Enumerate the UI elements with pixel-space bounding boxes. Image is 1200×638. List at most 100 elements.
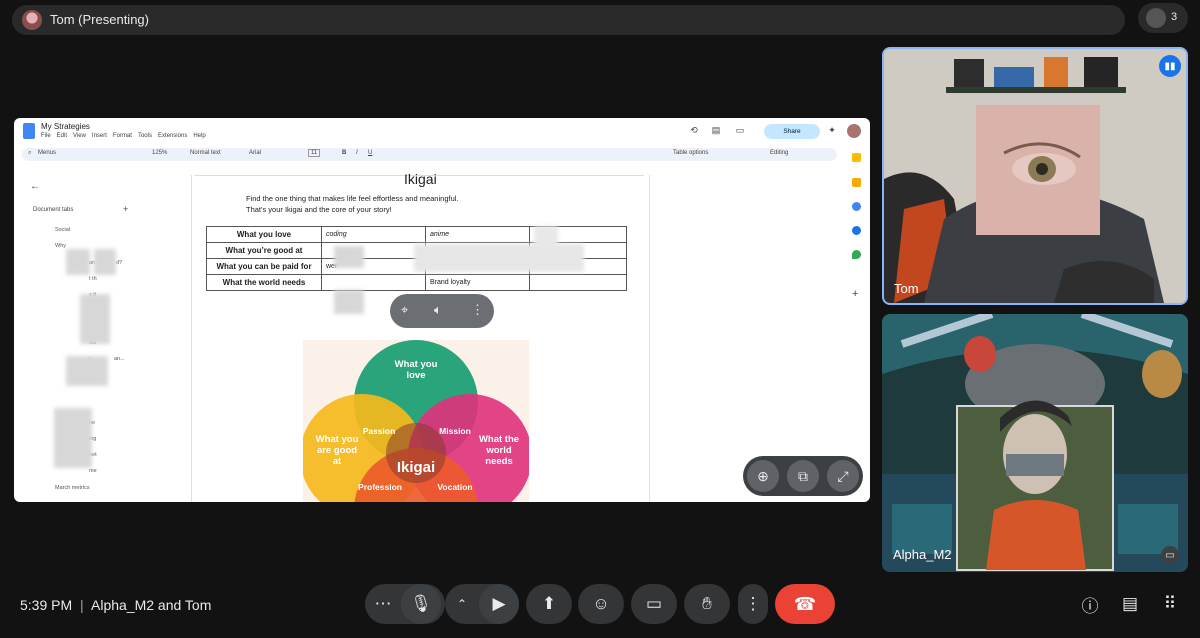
presenter-avatar <box>22 10 42 30</box>
italic-icon: I <box>356 150 358 156</box>
meeting-info-icon[interactable]: ⓘ <box>1078 592 1102 616</box>
tile-tom[interactable]: ▮▮ Tom <box>882 47 1188 305</box>
redaction <box>534 226 558 248</box>
cell: anime <box>425 226 530 243</box>
doc-toolbar: ⌕ Menus 125% Normal text Arial 11 B I U … <box>22 148 837 161</box>
emoji-icon[interactable]: ☺︎ <box>578 584 624 624</box>
pip-icon[interactable]: ▭ <box>1161 546 1179 564</box>
docs-logo-icon <box>23 123 35 139</box>
cell <box>529 274 627 291</box>
activities-icon[interactable]: ⠿ <box>1158 592 1182 616</box>
screen-zoom-controls[interactable]: ⊕ ⧉ ⤢ <box>743 456 863 496</box>
redaction <box>54 408 92 468</box>
menu-view: View <box>73 133 86 139</box>
calendar-icon <box>852 178 861 187</box>
venn-label-profession: Profession <box>358 482 402 492</box>
doc-heading: Ikigai <box>404 171 437 187</box>
gemini-icon: ✦ <box>828 124 836 135</box>
menu-edit: Edit <box>56 133 68 139</box>
outline-item: t th <box>89 276 97 282</box>
venn-label-good: What you are good at <box>315 434 359 467</box>
camera-control-group: ⌃ ▶︎ <box>445 584 519 624</box>
redaction <box>414 244 584 272</box>
redaction <box>334 290 364 314</box>
zoom-in-button[interactable]: ⊕ <box>747 460 779 492</box>
cell: coding <box>321 226 426 243</box>
doc-title: My Strategies <box>41 122 90 131</box>
table-row: What the world needs Brand loyalty <box>206 274 627 291</box>
venn-label-mission: Mission <box>439 426 471 436</box>
keep-icon <box>852 153 861 162</box>
doc-menu-bar: File Edit View Insert Format Tools Exten… <box>41 133 206 139</box>
venn-label-world: What the world needs <box>478 434 520 467</box>
meet-icon: ▭ <box>735 124 745 135</box>
pop-out-button[interactable]: ⧉ <box>787 460 819 492</box>
style-value: Normal text <box>190 150 221 156</box>
add-tab-icon: + <box>123 204 129 214</box>
mic-options-icon[interactable]: ⋯ <box>365 594 401 614</box>
page-right-edge <box>649 175 650 502</box>
unpin-icon: ⌖ <box>401 302 409 317</box>
meeting-title: Alpha_M2 and Tom <box>91 597 212 613</box>
fullscreen-button[interactable]: ⤢ <box>827 460 859 492</box>
outline-item: an... <box>114 356 125 362</box>
cell <box>321 274 426 291</box>
comment-icon: ▤ <box>711 124 721 135</box>
hang-up-icon: ☎︎ <box>793 593 817 614</box>
more-options-icon: ⋮ <box>471 302 484 317</box>
end-call-button[interactable]: ☎︎ <box>775 584 835 624</box>
menu-help: Help <box>193 133 206 139</box>
menu-format: Format <box>112 133 132 139</box>
search-icon: ⌕ <box>28 150 32 156</box>
underline-icon: U <box>368 150 373 156</box>
participants-button[interactable]: 3 <box>1138 3 1188 33</box>
present-screen-icon[interactable]: ⬆︎ <box>526 584 572 624</box>
more-options-icon[interactable]: ⋮ <box>738 584 768 624</box>
participant-avatars <box>1146 8 1166 28</box>
venn-label-love: What you love <box>394 359 438 381</box>
captions-icon[interactable]: ▭ <box>631 584 677 624</box>
venn-label-center: Ikigai <box>396 459 436 476</box>
outline-item: Social <box>55 227 70 233</box>
tile-name-tom: Tom <box>894 281 919 296</box>
row-label: What you love <box>206 226 322 243</box>
menu-file: File <box>41 133 51 139</box>
share-label: Share <box>783 128 801 135</box>
font-size-value: 11 <box>308 149 321 157</box>
add-addon-icon: + <box>852 288 859 300</box>
speaking-indicator-icon: ▮▮ <box>1159 55 1181 77</box>
outline-item: Why <box>55 243 66 249</box>
doc-user-avatar <box>847 124 861 138</box>
outline-item: me <box>89 468 97 474</box>
menus-label: Menus <box>38 150 57 156</box>
camera-icon[interactable]: ▶︎ <box>479 584 519 624</box>
ikigai-venn-diagram: What you love What you are good at What … <box>303 340 529 502</box>
bold-icon: B <box>342 150 347 156</box>
camera-options-icon[interactable]: ⌃ <box>445 597 479 611</box>
history-icon: ⟲ <box>690 124 698 135</box>
raise-hand-icon[interactable]: ✋︎ <box>684 584 730 624</box>
menu-tools: Tools <box>137 133 152 139</box>
page-left-edge <box>191 175 192 502</box>
redaction <box>66 249 90 275</box>
mic-control-group: ⋯ 🎙︎ <box>365 584 445 624</box>
outline-item-march-metrics: March metrics <box>55 485 90 491</box>
shared-screen: My Strategies File Edit View Insert Form… <box>14 118 870 502</box>
venn-label-passion: Passion <box>362 426 396 436</box>
share-button: Share <box>764 124 820 139</box>
chat-icon[interactable]: ▤ <box>1118 592 1142 616</box>
tasks-icon <box>852 202 861 211</box>
presenter-bar[interactable]: Tom (Presenting) <box>12 5 1125 35</box>
tile-name-alpha: Alpha_M2 <box>893 547 952 562</box>
row-label: What you can be paid for <box>206 258 322 275</box>
outline-item: d? <box>116 260 123 266</box>
alpha-video-frame <box>882 314 1188 572</box>
menu-insert: Insert <box>91 133 107 139</box>
row-label: What the world needs <box>206 274 322 291</box>
row-label: What you’re good at <box>206 242 322 259</box>
separator: | <box>80 597 84 613</box>
presentation-controls: ⌖ 🔈︎ ⋮ <box>390 294 494 328</box>
document-tabs-label: Document tabs <box>33 207 74 213</box>
tile-alpha[interactable]: Alpha_M2 ▭ <box>882 314 1188 572</box>
microphone-icon[interactable]: 🎙︎ <box>401 584 441 624</box>
